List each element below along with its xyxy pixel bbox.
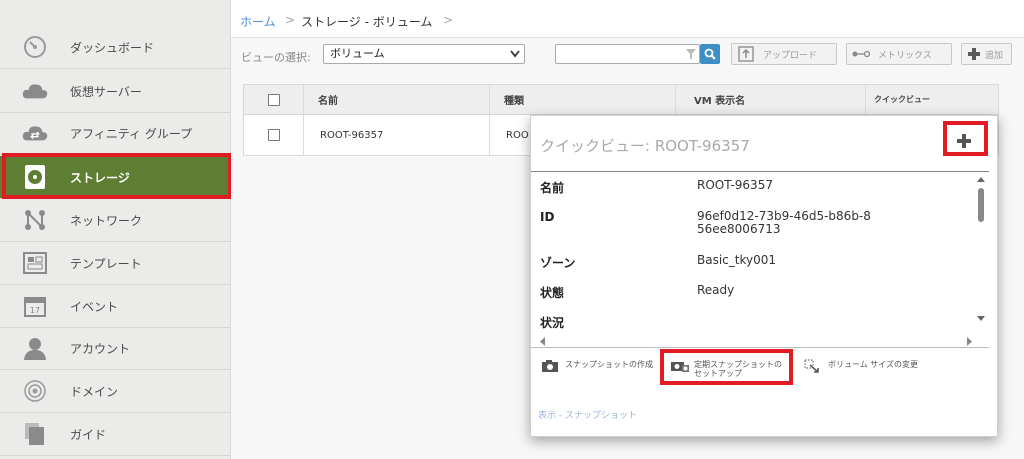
sidebar-item-label: ガイド <box>70 428 107 442</box>
chevron-down-icon <box>510 46 520 67</box>
detail-key: ゾーン <box>540 256 576 270</box>
column-header-quickview: クイックビュー <box>874 95 930 104</box>
upload-label: アップロード <box>763 50 818 61</box>
metrics-icon <box>852 46 870 62</box>
template-icon <box>22 251 48 275</box>
column-header-type[interactable]: 種類 <box>490 85 676 114</box>
calendar-icon: 17 <box>22 294 48 318</box>
create-snapshot-label: スナップショットの作成 <box>565 360 653 369</box>
user-icon <box>22 336 48 360</box>
upload-button[interactable]: アップロード <box>731 43 837 65</box>
row-select-cell <box>244 115 304 155</box>
affinity-cloud-icon <box>22 121 48 145</box>
row-checkbox[interactable] <box>267 129 280 141</box>
breadcrumb: ホーム > ストレージ - ボリューム > <box>231 0 1024 38</box>
detail-key: ID <box>540 210 555 224</box>
add-label: 追加 <box>985 50 1004 61</box>
view-snapshots-link[interactable]: 表示 - スナップショット <box>538 408 637 421</box>
breadcrumb-separator: > <box>285 13 296 27</box>
detail-value: 96ef0d12-73b9-46d5-b86b-856ee8006713 <box>697 209 871 236</box>
storage-disk-icon <box>22 165 48 189</box>
view-select-label: ビューの選択: <box>241 51 311 64</box>
select-all-checkbox[interactable] <box>267 93 280 106</box>
quickview-panel: クイックビュー: ROOT-96357 名前 ROOT-96357 ID 96e… <box>530 115 998 437</box>
breadcrumb-separator: > <box>443 13 454 27</box>
sidebar: ダッシュボード 仮想サーバー アフィニティ グループ ストレージ ネットワーク … <box>0 0 231 459</box>
quickview-expand-icon[interactable] <box>953 130 975 152</box>
toolbar: ビューの選択: ボリューム アップロード メトリックス 追加 <box>231 38 1024 72</box>
vertical-scrollbar[interactable] <box>974 174 988 324</box>
sidebar-item-label: テンプレート <box>70 257 142 271</box>
svg-text:17: 17 <box>30 306 40 315</box>
resize-volume-label: ボリューム サイズの変更 <box>828 360 919 369</box>
sidebar-item-storage[interactable]: ストレージ <box>0 156 231 199</box>
recurring-snapshot-icon <box>670 359 689 373</box>
quickview-details: 名前 ROOT-96357 ID 96ef0d12-73b9-46d5-b86b… <box>531 172 989 332</box>
column-header-vm-display-name[interactable]: VM 表示名 <box>676 85 866 114</box>
sidebar-item-label: イベント <box>70 300 119 314</box>
detail-value: ROOT-96357 <box>697 178 773 192</box>
view-select-value: ボリューム <box>330 47 385 60</box>
filter-icon[interactable] <box>686 48 696 63</box>
metrics-button[interactable]: メトリックス <box>846 43 952 65</box>
horizontal-scrollbar[interactable] <box>538 333 974 346</box>
search-input[interactable] <box>555 44 700 64</box>
guide-icon <box>22 422 48 446</box>
sidebar-item-network[interactable]: ネットワーク <box>0 199 231 242</box>
quickview-title: クイックビュー: ROOT-96357 <box>540 137 750 155</box>
sidebar-item-label: 仮想サーバー <box>70 85 142 99</box>
recurring-snapshot-label: 定期スナップショットのセットアップ <box>694 360 782 378</box>
detail-key: 状況 <box>540 316 565 330</box>
sidebar-item-label: ドメイン <box>70 385 119 399</box>
sidebar-item-domains[interactable]: ドメイン <box>0 370 231 413</box>
domain-icon <box>22 379 48 403</box>
sidebar-item-templates[interactable]: テンプレート <box>0 242 231 285</box>
sidebar-item-label: ネットワーク <box>70 214 143 228</box>
detail-key: 名前 <box>540 181 565 195</box>
add-button[interactable]: 追加 <box>961 43 1012 65</box>
sidebar-item-accounts[interactable]: アカウント <box>0 327 231 370</box>
resize-icon <box>804 359 822 373</box>
table-header: 名前 種類 VM 表示名 クイックビュー <box>244 85 998 115</box>
sidebar-item-label: ダッシュボード <box>70 41 155 55</box>
sidebar-item-virtual-servers[interactable]: 仮想サーバー <box>0 70 231 113</box>
dashboard-gauge-icon <box>22 35 48 59</box>
detail-value: Basic_tky001 <box>697 253 777 267</box>
sidebar-item-dashboard[interactable]: ダッシュボード <box>0 26 231 69</box>
breadcrumb-home-link[interactable]: ホーム <box>240 13 276 30</box>
sidebar-item-events[interactable]: 17 イベント <box>0 285 231 328</box>
detail-value: Ready <box>697 283 735 297</box>
plus-icon <box>965 46 983 62</box>
camera-icon <box>541 359 559 373</box>
metrics-label: メトリックス <box>878 50 932 61</box>
select-all-cell <box>244 85 304 114</box>
view-select[interactable]: ボリューム <box>323 44 525 64</box>
sidebar-item-affinity-group[interactable]: アフィニティ グループ <box>0 112 231 155</box>
sidebar-item-label: ストレージ <box>70 171 130 185</box>
upload-icon <box>737 46 755 62</box>
quickview-actions-divider <box>531 347 989 348</box>
breadcrumb-current: ストレージ - ボリューム <box>301 15 433 29</box>
search-button[interactable] <box>700 44 720 64</box>
network-icon <box>22 208 48 232</box>
cloud-icon <box>22 79 48 103</box>
search-icon <box>704 45 716 64</box>
detail-key: 状態 <box>540 286 565 300</box>
column-header-name[interactable]: 名前 <box>304 85 490 114</box>
sidebar-item-label: アカウント <box>70 342 131 356</box>
sidebar-item-guide[interactable]: ガイド <box>0 413 231 456</box>
sidebar-item-label: アフィニティ グループ <box>70 127 193 141</box>
row-name-cell: ROOT-96357 <box>304 115 490 155</box>
